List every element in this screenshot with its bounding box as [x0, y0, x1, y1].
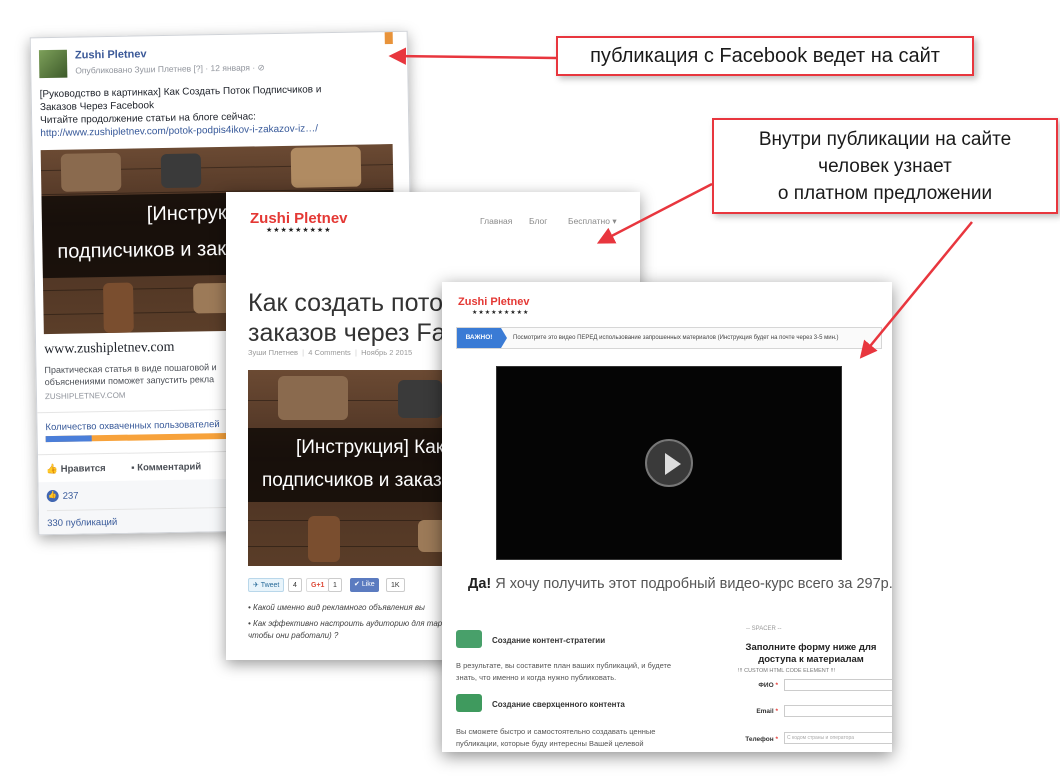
- logo-stars: ★★★★★★★★★: [472, 310, 530, 316]
- site-logo[interactable]: Zushi Pletnev: [458, 296, 530, 308]
- play-button[interactable]: [645, 439, 693, 487]
- important-badge: ВАЖНО!: [457, 328, 501, 348]
- image-caption: [Инструкция] Как: [296, 437, 445, 458]
- fb-like-count: 1K: [386, 578, 405, 592]
- shares-count[interactable]: 330 публикаций: [47, 517, 117, 529]
- form-title: Заполните форму ниже для доступа к матер…: [745, 642, 877, 665]
- gplus-button[interactable]: G+1: [306, 578, 330, 592]
- meta-date: Ноябрь 2 2015: [361, 348, 413, 357]
- comment-button[interactable]: ▪ Комментарий: [131, 461, 201, 473]
- notice-text: Посмотрите это видео ПЕРЕД использование…: [513, 335, 839, 341]
- reach-label[interactable]: Количество охваченных пользователей: [45, 419, 219, 433]
- tweet-button[interactable]: ✈ Tweet: [248, 578, 285, 592]
- corner-tag: [384, 32, 393, 45]
- callout-line: о платном предложении: [777, 183, 993, 204]
- meta-author[interactable]: Зуши Плетнев: [248, 348, 298, 357]
- logo-stars: ★★★★★★★★★: [266, 227, 332, 234]
- callout-line: Внутри публикации на сайте: [758, 129, 1012, 150]
- nav-item-blog[interactable]: Блог: [529, 216, 547, 226]
- landing-page-card: Zushi Pletnev ★★★★★★★★★ ВАЖНО! Посмотрит…: [442, 282, 892, 752]
- article-meta: Зуши Плетнев | 4 Comments | Ноябрь 2 201…: [248, 348, 413, 357]
- title-line: заказов через Fac: [248, 319, 459, 347]
- post-meta: Опубликовано Зуши Плетнев [?] · 12 январ…: [75, 62, 265, 76]
- comment-label: Комментарий: [137, 461, 202, 474]
- check-icon: ✔: [354, 581, 362, 588]
- feature-title: Создание сверхценного контента: [492, 700, 625, 709]
- tweet-label: Tweet: [260, 582, 280, 589]
- bullet-item: • Какой именно вид рекламного объявления…: [248, 603, 425, 612]
- gears-icon: [456, 630, 482, 648]
- bullet-item: • Как эффективно настроить аудиторию для…: [248, 619, 443, 640]
- nav-item-home[interactable]: Главная: [480, 216, 512, 226]
- like-badge-icon: 👍: [46, 489, 59, 503]
- feature-text: Вы сможете быстро и самостоятельно созда…: [456, 727, 656, 748]
- offer-heading: Да! Я хочу получить этот подробный видео…: [468, 576, 892, 592]
- post-text: [Руководство в картинках] Как Создать По…: [40, 82, 386, 140]
- callout-facebook: публикация с Facebook ведет на сайт: [556, 36, 974, 76]
- callout-offer: Внутри публикации на сайте человек узнае…: [712, 118, 1058, 214]
- likes-number: 237: [62, 490, 79, 502]
- phone-label: Телефон *: [745, 736, 778, 743]
- meta-comments[interactable]: 4 Comments: [308, 348, 351, 357]
- like-label: Нравится: [60, 463, 106, 475]
- article-bullets: • Какой именно вид рекламного объявления…: [248, 602, 442, 646]
- tweet-count: 4: [288, 578, 302, 592]
- email-field[interactable]: [784, 705, 892, 717]
- callout-line: человек узнает: [818, 156, 952, 177]
- like-button[interactable]: 👍 Нравится: [46, 463, 106, 475]
- play-icon: [665, 453, 681, 475]
- laptop-icon: [456, 694, 482, 712]
- video-player[interactable]: [496, 366, 842, 560]
- twitter-bird-icon: ✈: [253, 582, 261, 589]
- offer-text: Я хочу получить этот подробный видео-кур…: [491, 576, 892, 592]
- feature-text: В результате, вы составите план ваших пу…: [456, 661, 672, 682]
- link-preview-title[interactable]: www.zushipletnev.com: [44, 340, 175, 358]
- custom-html-label: !!! CUSTOM HTML CODE ELEMENT !!!: [738, 668, 836, 674]
- nav-item-free[interactable]: Бесплатно ▾: [568, 216, 617, 227]
- avatar[interactable]: [38, 49, 68, 79]
- reach-bar-fill: [45, 435, 92, 443]
- likes-count[interactable]: 👍 237: [46, 489, 79, 503]
- canvas: Zushi Pletnev Опубликовано Зуши Плетнев …: [0, 0, 1060, 781]
- author-name[interactable]: Zushi Pletnev: [75, 48, 147, 61]
- badge-arrow: [501, 328, 507, 348]
- image-caption: подписчиков и заказ: [262, 470, 442, 491]
- email-label: Email *: [756, 708, 778, 715]
- name-field[interactable]: [784, 679, 892, 691]
- site-logo[interactable]: Zushi Pletnev: [250, 210, 348, 227]
- title-line: Как создать пото: [248, 289, 443, 317]
- like-label: Like: [361, 581, 375, 588]
- arrow-to-facebook-post: [388, 47, 557, 65]
- offer-bold: Да!: [468, 576, 492, 592]
- notice-bar: ВАЖНО! Посмотрите это видео ПЕРЕД исполь…: [456, 327, 882, 349]
- thumbs-up-icon: 👍: [46, 463, 61, 476]
- feature-title: Создание контент-стратегии: [492, 636, 606, 645]
- gplus-count: 1: [328, 578, 342, 592]
- fb-like-button[interactable]: ✔ Like: [350, 578, 379, 592]
- spacer-label: -- SPACER --: [746, 626, 782, 632]
- phone-field[interactable]: С кодом страны и оператора: [784, 732, 892, 744]
- article-title: Как создать пото заказов через Fac: [248, 288, 458, 348]
- name-label: ФИО *: [758, 682, 778, 689]
- link-preview-domain: ZUSHIPLETNEV.COM: [44, 390, 126, 402]
